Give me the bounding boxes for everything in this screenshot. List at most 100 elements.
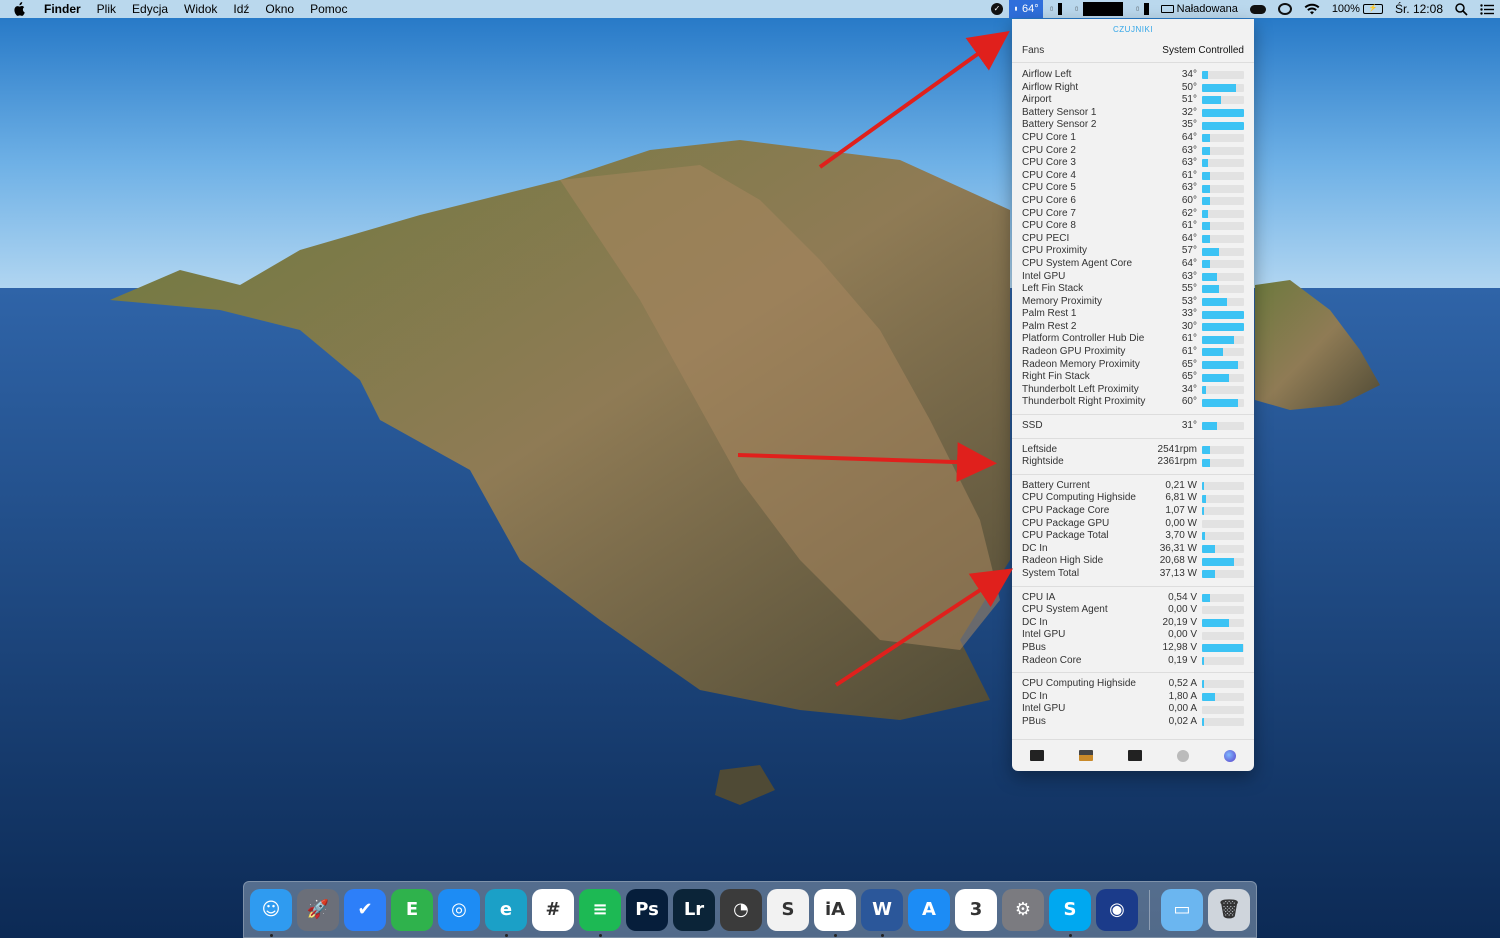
sensor-row[interactable]: Thunderbolt Right Proximity 60°	[1022, 396, 1244, 409]
dock-skype-icon[interactable]: S	[1049, 888, 1091, 937]
sensor-row[interactable]: PBus 12,98 V	[1022, 642, 1244, 655]
sensor-row[interactable]: CPU System Agent Core 64°	[1022, 258, 1244, 271]
dock-edge-icon[interactable]: e	[485, 888, 527, 937]
wifi-icon[interactable]	[1298, 3, 1326, 15]
sensor-row[interactable]: System Total 37,13 W	[1022, 568, 1244, 581]
sensor-row[interactable]: CPU Computing Highside 0,52 A	[1022, 678, 1244, 691]
sensor-row[interactable]: CPU Core 7 62°	[1022, 208, 1244, 221]
memory-status-item[interactable]: ▯	[1043, 3, 1068, 15]
sensor-label: Intel GPU	[1022, 270, 1066, 282]
sensor-row[interactable]: CPU Computing Highside 6,81 W	[1022, 492, 1244, 505]
sensor-row[interactable]: CPU IA 0,54 V	[1022, 592, 1244, 605]
menu-file[interactable]: Plik	[89, 0, 124, 18]
sensor-row[interactable]: Battery Sensor 2 35°	[1022, 119, 1244, 132]
sensor-row[interactable]: CPU Core 3 63°	[1022, 157, 1244, 170]
dock-calendar-icon[interactable]: 3	[955, 888, 997, 931]
sensor-row[interactable]: Right Fin Stack 65°	[1022, 371, 1244, 384]
sensor-row[interactable]: CPU Package Core 1,07 W	[1022, 505, 1244, 518]
dock-evernote-icon[interactable]: E	[391, 888, 433, 931]
dock-ia-writer-icon[interactable]: iA	[814, 888, 856, 937]
spotlight-search-icon[interactable]	[1449, 2, 1474, 16]
sensor-row[interactable]: Airport 51°	[1022, 94, 1244, 107]
notification-center-icon[interactable]	[1474, 3, 1500, 15]
clock[interactable]: Śr. 12:08	[1389, 0, 1449, 18]
fan-icon[interactable]	[1177, 749, 1190, 762]
menu-help[interactable]: Pomoc	[302, 0, 355, 18]
menu-go[interactable]: Idź	[225, 0, 257, 18]
sensor-row[interactable]: Memory Proximity 53°	[1022, 296, 1244, 309]
dock-word-icon[interactable]: W	[861, 888, 903, 937]
menu-app-name[interactable]: Finder	[38, 0, 89, 18]
sensor-row[interactable]: CPU System Agent 0,00 V	[1022, 604, 1244, 617]
globe-icon[interactable]	[1224, 749, 1237, 762]
sensor-row[interactable]: Airflow Right 50°	[1022, 82, 1244, 95]
dock-things-icon[interactable]: ✔	[344, 888, 386, 931]
sensor-row[interactable]: Palm Rest 1 33°	[1022, 308, 1244, 321]
creative-cloud-icon[interactable]	[1272, 3, 1298, 15]
sensor-row[interactable]: Radeon Memory Proximity 65°	[1022, 359, 1244, 372]
dock-app-store-icon[interactable]: A	[908, 888, 950, 931]
sensor-row[interactable]: CPU Core 5 63°	[1022, 182, 1244, 195]
sensor-row[interactable]: Airflow Left 34°	[1022, 69, 1244, 82]
sensor-row[interactable]: CPU PECI 64°	[1022, 233, 1244, 246]
sensor-row[interactable]: Rightside 2361rpm	[1022, 456, 1244, 469]
sensor-row[interactable]: Radeon High Side 20,68 W	[1022, 555, 1244, 568]
dock-lightroom-icon[interactable]: Lr	[673, 888, 715, 931]
sensor-row[interactable]: CPU Core 8 61°	[1022, 220, 1244, 233]
dock-finder-icon[interactable]: ☺	[250, 888, 292, 937]
sensor-row[interactable]: DC In 20,19 V	[1022, 617, 1244, 630]
disk-status-item[interactable]: ▯	[1129, 3, 1155, 15]
sensor-row[interactable]: CPU Core 2 63°	[1022, 145, 1244, 158]
dock-photoshop-icon[interactable]: Ps	[626, 888, 668, 931]
checkmark-status-icon[interactable]: ✓	[985, 3, 1009, 15]
terminal-icon[interactable]	[1127, 750, 1142, 761]
sensor-row[interactable]: Palm Rest 2 30°	[1022, 321, 1244, 334]
apple-menu-icon[interactable]	[0, 2, 38, 16]
sensor-row[interactable]: CPU Package Total 3,70 W	[1022, 530, 1244, 543]
sensor-row[interactable]: CPU Core 4 61°	[1022, 170, 1244, 183]
battery-status-item[interactable]: 100% ⚡	[1326, 0, 1389, 18]
battery-label-status-item[interactable]: Naładowana	[1155, 0, 1244, 18]
dock-trash-icon[interactable]: 🗑	[1208, 888, 1250, 931]
sensor-row[interactable]: CPU Core 6 60°	[1022, 195, 1244, 208]
dock-slack-icon[interactable]: #	[532, 888, 574, 931]
sensor-row[interactable]: Battery Current 0,21 W	[1022, 480, 1244, 493]
sensor-row[interactable]: SSD 31°	[1022, 420, 1244, 433]
menu-window[interactable]: Okno	[257, 0, 302, 18]
sensor-row[interactable]: Platform Controller Hub Die 61°	[1022, 333, 1244, 346]
dock-downloads-folder-icon[interactable]: ▭	[1161, 888, 1203, 931]
dock-daisydisk-icon[interactable]: ◔	[720, 888, 762, 931]
sensor-row[interactable]: DC In 1,80 A	[1022, 691, 1244, 704]
sensor-row[interactable]: Thunderbolt Left Proximity 34°	[1022, 384, 1244, 397]
cpu-graph-status-item[interactable]: ▯	[1068, 2, 1129, 16]
sensor-row[interactable]: Radeon GPU Proximity 61°	[1022, 346, 1244, 359]
sensor-row[interactable]: Intel GPU 0,00 A	[1022, 703, 1244, 716]
sensor-row[interactable]: Battery Sensor 1 32°	[1022, 107, 1244, 120]
cloud-icon[interactable]	[1244, 4, 1272, 14]
menu-view[interactable]: Widok	[176, 0, 225, 18]
sensor-row[interactable]: Intel GPU 63°	[1022, 271, 1244, 284]
dock-scrivener-icon[interactable]: S	[767, 888, 809, 931]
dock-system-preferences-icon[interactable]: ⚙	[1002, 888, 1044, 931]
sensor-level-bar	[1202, 335, 1244, 344]
dock-spotify-icon[interactable]: ≡	[579, 888, 621, 937]
dock-istat-menus-icon[interactable]: ◉	[1096, 888, 1138, 931]
dock-launchpad-icon[interactable]: 🚀	[297, 888, 339, 931]
dock-safari-icon[interactable]: ◎	[438, 888, 480, 931]
sensor-row[interactable]: CPU Package GPU 0,00 W	[1022, 518, 1244, 531]
sensor-row[interactable]: Left Fin Stack 55°	[1022, 283, 1244, 296]
sensor-label: CPU Core 8	[1022, 220, 1076, 232]
sensor-row[interactable]: Leftside 2541rpm	[1022, 444, 1244, 457]
monitor-icon[interactable]	[1029, 750, 1044, 761]
sensor-row[interactable]: Radeon Core 0,19 V	[1022, 655, 1244, 668]
sensor-row[interactable]: DC In 36,31 W	[1022, 543, 1244, 556]
temperature-status-item[interactable]: ▮ 64°	[1009, 0, 1043, 18]
menu-edit[interactable]: Edycja	[124, 0, 176, 18]
sensor-row[interactable]: CPU Core 1 64°	[1022, 132, 1244, 145]
sensor-row[interactable]: CPU Proximity 57°	[1022, 245, 1244, 258]
lcd-display-icon[interactable]	[1078, 750, 1093, 761]
sensor-row[interactable]: Intel GPU 0,00 V	[1022, 629, 1244, 642]
sensor-value: 63°	[1181, 157, 1197, 169]
sensor-row[interactable]: PBus 0,02 A	[1022, 716, 1244, 729]
fans-mode-row[interactable]: Fans System Controlled	[1012, 40, 1254, 62]
